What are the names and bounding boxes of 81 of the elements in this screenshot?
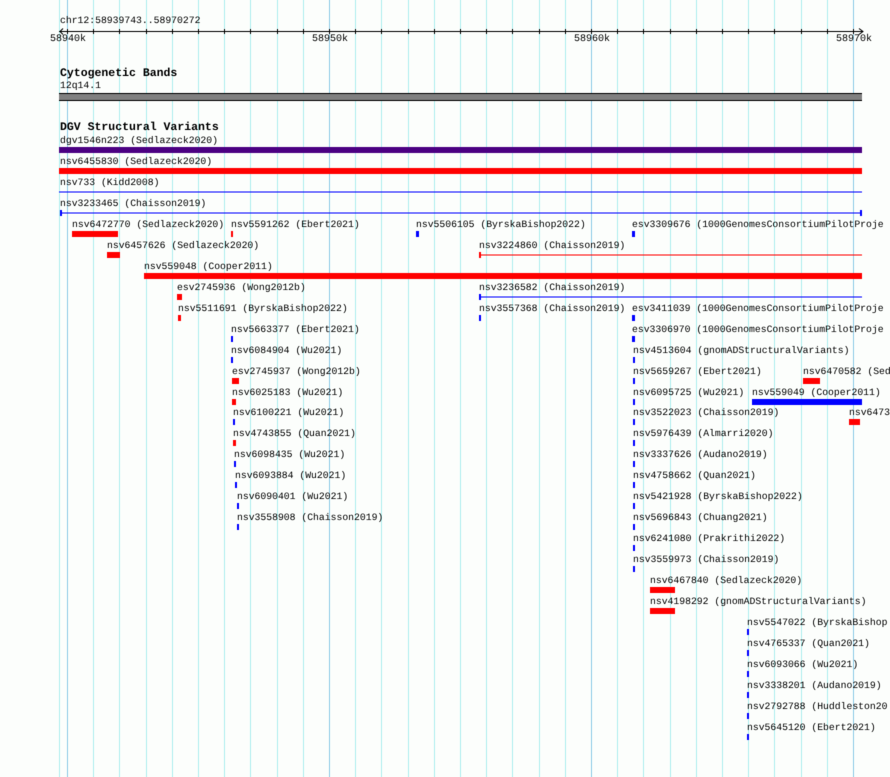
feature-label: nsv5511691 (ByrskaBishop2022) xyxy=(178,303,348,315)
feature-line[interactable] xyxy=(59,189,862,195)
feature-label: nsv6025183 (Wu2021) xyxy=(232,387,344,399)
feature-bar[interactable] xyxy=(144,273,862,279)
feature-label: nsv5645120 (Ebert2021) xyxy=(747,722,876,734)
feature-label: nsv5663377 (Ebert2021) xyxy=(231,324,360,336)
feature-label: nsv5976439 (Almarri2020) xyxy=(633,428,774,440)
feature-label: nsv3557368 (Chaisson2019) xyxy=(479,303,626,315)
feature-label: nsv6467840 (Sedlazeck2020) xyxy=(650,575,802,587)
feature-bar[interactable] xyxy=(849,419,860,425)
ruler-label: 58960k xyxy=(574,34,610,46)
feature-label: nsv3337626 (Audano2019) xyxy=(633,449,768,461)
track-title: Cytogenetic Bands xyxy=(60,67,178,80)
feature-label: nsv6095725 (Wu2021) xyxy=(633,387,744,399)
feature-bar[interactable] xyxy=(650,608,675,614)
feature-label: nsv6457626 (Sedlazeck2020) xyxy=(107,240,260,252)
feature-label: dgv1546n223 (Sedlazeck2020) xyxy=(60,135,218,147)
feature-bar[interactable] xyxy=(632,336,635,342)
feature-label: esv3306970 (1000GenomesConsortiumPilotProje xyxy=(632,324,884,336)
feature-bar[interactable] xyxy=(752,399,862,405)
feature-bar[interactable] xyxy=(59,147,862,153)
feature-label: nsv3224860 (Chaisson2019) xyxy=(479,240,626,252)
feature-label: nsv4198292 (gnomADStructuralVariants) xyxy=(650,596,866,608)
feature-label: nsv3522023 (Chaisson2019) xyxy=(633,407,780,419)
feature-line[interactable] xyxy=(479,252,862,258)
feature-bar[interactable] xyxy=(233,440,236,446)
feature-label: nsv5659267 (Ebert2021) xyxy=(633,366,762,378)
feature-bar[interactable] xyxy=(232,399,236,405)
feature-label: nsv3236582 (Chaisson2019) xyxy=(479,282,626,294)
feature-label: nsv5506105 (ByrskaBishop2022) xyxy=(416,219,586,231)
ruler-label: 58970k xyxy=(836,34,872,46)
feature-bar[interactable] xyxy=(632,231,635,237)
band-label: 12q14.1 xyxy=(60,80,101,92)
feature-label: nsv6093066 (Wu2021) xyxy=(747,659,858,671)
feature-bar[interactable] xyxy=(178,315,181,321)
ruler-label: 58950k xyxy=(312,34,348,46)
feature-label: nsv6470582 (Sed xyxy=(803,366,890,378)
feature-bar[interactable] xyxy=(107,252,120,258)
feature-label: nsv3338201 (Audano2019) xyxy=(747,680,882,692)
feature-label: nsv559049 (Cooper2011) xyxy=(752,387,881,399)
feature-bar[interactable] xyxy=(650,587,675,593)
track-title: DGV Structural Variants xyxy=(60,121,219,134)
feature-label: nsv6100221 (Wu2021) xyxy=(233,407,344,419)
feature-label: nsv6090401 (Wu2021) xyxy=(237,491,348,503)
feature-label: nsv3233465 (Chaisson2019) xyxy=(60,198,206,210)
feature-label: esv2745936 (Wong2012b) xyxy=(177,282,306,294)
feature-bar[interactable] xyxy=(416,231,419,237)
ruler-label: 58940k xyxy=(50,34,86,46)
feature-bar[interactable] xyxy=(632,315,635,321)
feature-label: nsv6472770 (Sedlazeck2020) xyxy=(72,219,224,231)
feature-label: esv3309676 (1000GenomesConsortiumPilotProje xyxy=(632,219,884,231)
feature-label: nsv733 (Kidd2008) xyxy=(60,177,160,189)
feature-bar[interactable] xyxy=(59,168,862,174)
feature-label: nsv5421928 (ByrskaBishop2022) xyxy=(633,491,803,503)
feature-line[interactable] xyxy=(479,294,862,300)
feature-label: nsv4758662 (Quan2021) xyxy=(633,470,756,482)
feature-label: nsv3558908 (Chaisson2019) xyxy=(237,512,384,524)
feature-bar[interactable] xyxy=(232,378,239,384)
feature-label: nsv4765337 (Quan2021) xyxy=(747,638,870,650)
feature-label: nsv3559973 (Chaisson2019) xyxy=(633,554,780,566)
feature-bar[interactable] xyxy=(72,231,118,237)
feature-label: nsv4513604 (gnomADStructuralVariants) xyxy=(633,345,850,357)
cytoband-bar[interactable] xyxy=(59,93,862,101)
feature-label: nsv6473 xyxy=(849,407,890,419)
feature-label: nsv6084904 (Wu2021) xyxy=(231,345,342,357)
feature-label: esv3411039 (1000GenomesConsortiumPilotProje xyxy=(632,303,884,315)
feature-label: nsv6241080 (Prakrithi2022) xyxy=(633,533,786,545)
locus-label: chr12:58939743..58970272 xyxy=(60,15,200,27)
feature-label: nsv2792788 (Huddleston20 xyxy=(747,701,888,713)
feature-label: nsv6098435 (Wu2021) xyxy=(234,449,346,461)
feature-label: nsv5591262 (Ebert2021) xyxy=(231,219,360,231)
feature-label: nsv559048 (Cooper2011) xyxy=(144,261,273,273)
feature-label: nsv5547022 (ByrskaBishop xyxy=(747,617,888,629)
feature-label: esv2745937 (Wong2012b) xyxy=(232,366,361,378)
feature-bar[interactable] xyxy=(803,378,820,384)
feature-label: nsv6093884 (Wu2021) xyxy=(235,470,346,482)
feature-line[interactable] xyxy=(60,210,862,216)
feature-label: nsv4743855 (Quan2021) xyxy=(233,428,356,440)
feature-label: nsv5696843 (Chuang2021) xyxy=(633,512,768,524)
feature-bar[interactable] xyxy=(177,294,182,300)
feature-label: nsv6455830 (Sedlazeck2020) xyxy=(60,156,212,168)
